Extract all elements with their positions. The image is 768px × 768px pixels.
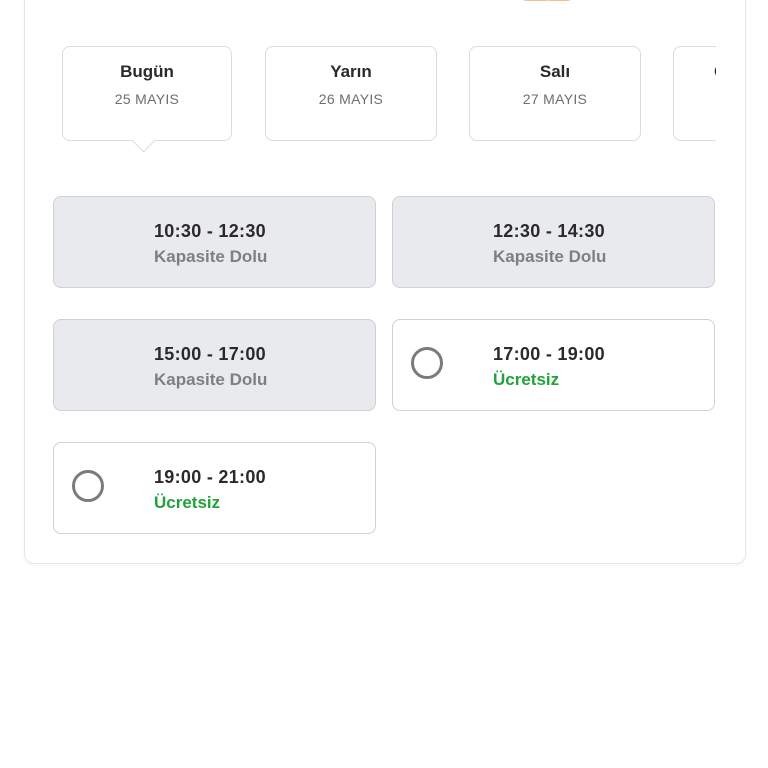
- slot-status: Kapasite Dolu: [154, 247, 268, 266]
- day-date: 26 MAYIS: [318, 91, 384, 107]
- slot-time: 19:00 - 21:00: [154, 467, 266, 487]
- time-slot-available[interactable]: 19:00 - 21:00 Ücretsiz: [53, 442, 376, 534]
- day-name: Yarın: [330, 62, 372, 81]
- time-slot-full[interactable]: 15:00 - 17:00 Kapasite Dolu: [53, 319, 376, 411]
- day-date: 27 MAYIS: [522, 91, 588, 107]
- slot-time: 15:00 - 17:00: [154, 344, 266, 364]
- time-slot-available[interactable]: 17:00 - 19:00 Ücretsiz: [392, 319, 715, 411]
- slot-status: Ücretsiz: [154, 493, 221, 512]
- slot-time: 17:00 - 19:00: [493, 344, 605, 364]
- slot-time: 12:30 - 14:30: [493, 221, 605, 241]
- day-tab-wednesday[interactable]: Ç: [673, 46, 716, 141]
- day-tab-tomorrow[interactable]: Yarın 26 MAYIS: [265, 46, 437, 141]
- slot-time: 10:30 - 12:30: [154, 221, 266, 241]
- day-tab-today[interactable]: Bugün 25 MAYIS: [62, 46, 232, 141]
- day-selector: Bugün 25 MAYIS Yarın 26 MAYIS Salı 27 MA…: [62, 46, 716, 156]
- day-name: Bugün: [120, 62, 174, 81]
- day-name: Salı: [539, 62, 571, 81]
- delivery-vehicle-icon: [523, 0, 571, 1]
- slot-status: Kapasite Dolu: [154, 370, 268, 389]
- day-name: Ç: [674, 62, 716, 82]
- time-slot-full[interactable]: 12:30 - 14:30 Kapasite Dolu: [392, 196, 715, 288]
- day-date: 25 MAYIS: [114, 91, 180, 107]
- slot-status: Kapasite Dolu: [493, 247, 607, 266]
- slot-status: Ücretsiz: [493, 370, 560, 389]
- radio-unchecked-icon[interactable]: [72, 470, 104, 502]
- day-tab-tuesday[interactable]: Salı 27 MAYIS: [469, 46, 641, 141]
- radio-unchecked-icon[interactable]: [411, 347, 443, 379]
- time-slot-full[interactable]: 10:30 - 12:30 Kapasite Dolu: [53, 196, 376, 288]
